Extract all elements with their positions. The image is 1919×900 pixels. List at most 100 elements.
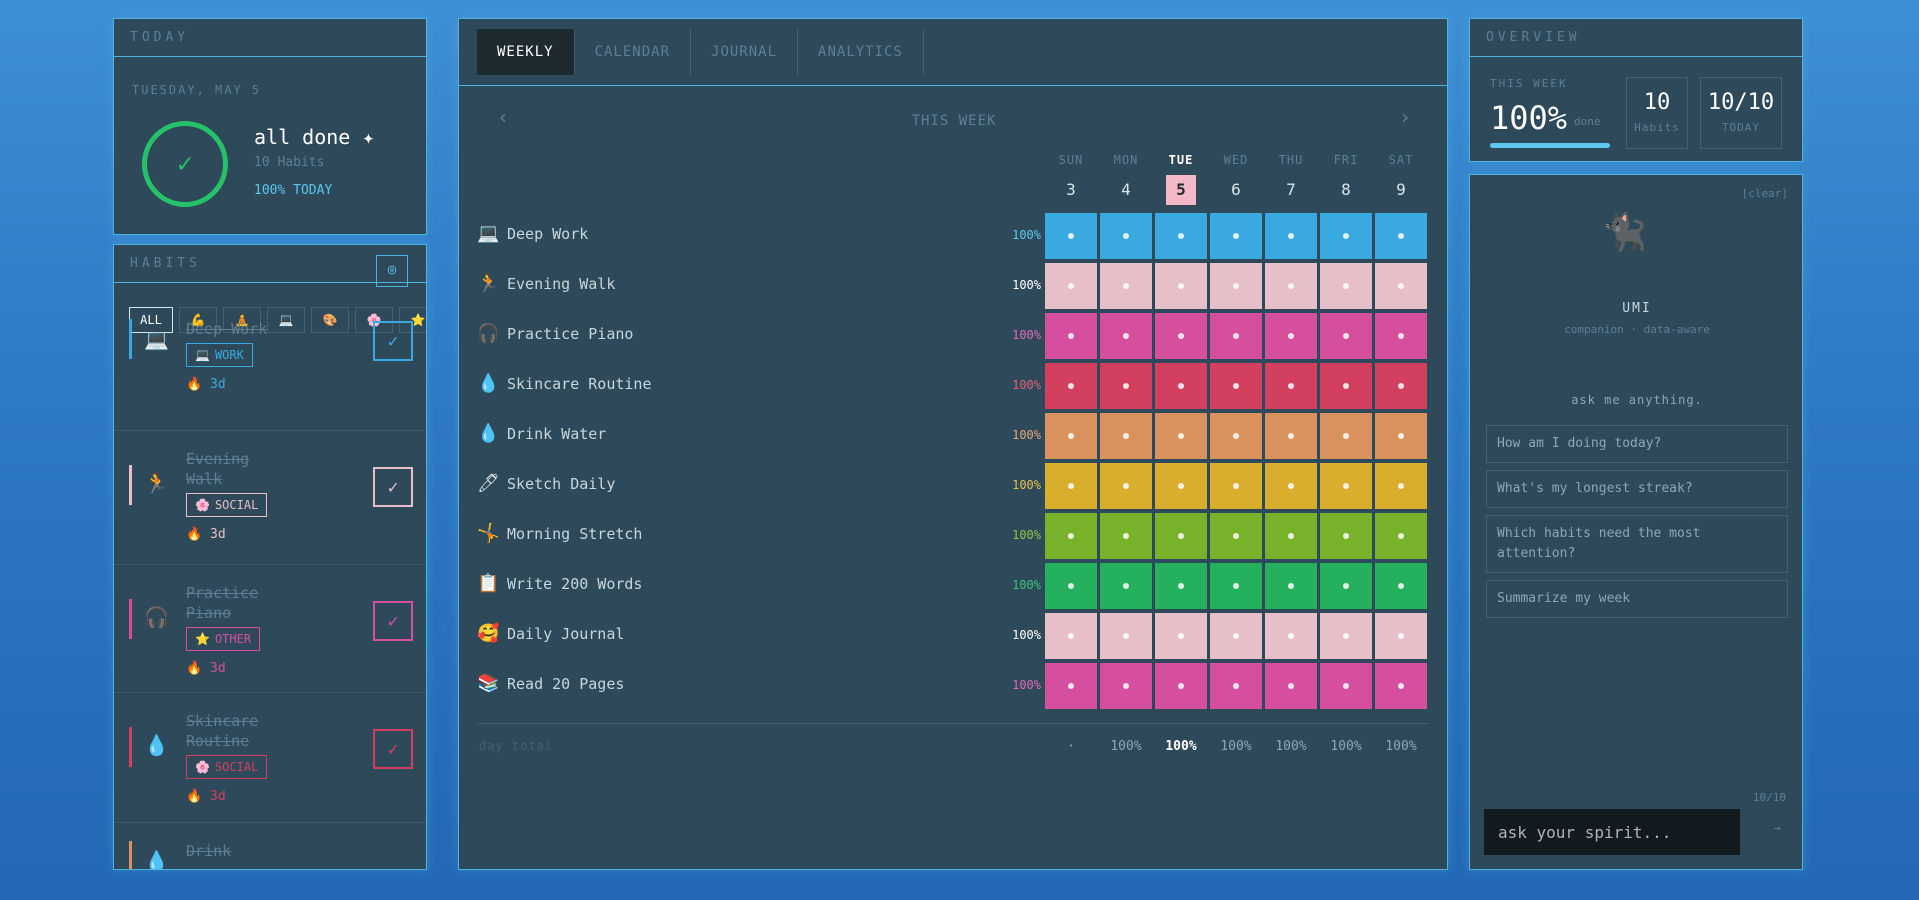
habit-day-cell[interactable] — [1045, 513, 1097, 559]
habit-day-cell[interactable] — [1320, 663, 1372, 709]
send-icon[interactable]: → — [1766, 821, 1788, 843]
habit-day-cell[interactable] — [1265, 513, 1317, 559]
habit-day-cell[interactable] — [1210, 413, 1262, 459]
habit-day-cell[interactable] — [1100, 663, 1152, 709]
habit-day-cell[interactable] — [1045, 463, 1097, 509]
habit-day-cell[interactable] — [1265, 413, 1317, 459]
suggestion-button[interactable]: Summarize my week — [1486, 580, 1788, 618]
habit-day-cell[interactable] — [1155, 263, 1207, 309]
habit-day-cell[interactable] — [1320, 363, 1372, 409]
habit-day-cell[interactable] — [1320, 513, 1372, 559]
habit-day-cell[interactable] — [1155, 413, 1207, 459]
habit-day-cell[interactable] — [1265, 613, 1317, 659]
done-dot — [1178, 383, 1184, 389]
clear-button[interactable]: [clear] — [1742, 187, 1788, 200]
habit-day-cell[interactable] — [1375, 213, 1427, 259]
tab-weekly[interactable]: WEEKLY — [477, 29, 575, 75]
habit-day-cell[interactable] — [1265, 663, 1317, 709]
habit-day-cell[interactable] — [1265, 213, 1317, 259]
habit-day-cell[interactable] — [1210, 563, 1262, 609]
habit-day-cell[interactable] — [1045, 563, 1097, 609]
habit-day-cell[interactable] — [1320, 463, 1372, 509]
habit-day-cell[interactable] — [1375, 413, 1427, 459]
habit-day-cell[interactable] — [1155, 213, 1207, 259]
tab-calendar[interactable]: CALENDAR — [575, 29, 692, 75]
habit-checkbox[interactable]: ✓ — [373, 601, 413, 641]
habit-day-cell[interactable] — [1210, 313, 1262, 359]
habit-day-cell[interactable] — [1375, 313, 1427, 359]
habit-card[interactable]: 🎧 Practice Piano ⭐ OTHER 🔥 3d ✓ — [114, 565, 426, 693]
habit-day-cell[interactable] — [1265, 463, 1317, 509]
camera-button[interactable]: ⌾ — [376, 255, 408, 287]
habit-day-cell[interactable] — [1100, 463, 1152, 509]
habit-day-cell[interactable] — [1320, 263, 1372, 309]
habit-day-cell[interactable] — [1375, 613, 1427, 659]
habit-day-cell[interactable] — [1375, 263, 1427, 309]
habit-day-cell[interactable] — [1100, 413, 1152, 459]
habit-card[interactable]: 💻 Deep Work 💻 WORK 🔥 3d ✓ — [114, 301, 426, 431]
habit-day-cell[interactable] — [1100, 513, 1152, 559]
habit-day-cell[interactable] — [1375, 663, 1427, 709]
habit-day-cell[interactable] — [1265, 363, 1317, 409]
habit-day-cell[interactable] — [1210, 663, 1262, 709]
next-week-button[interactable]: › — [1399, 105, 1412, 129]
habit-day-cell[interactable] — [1155, 363, 1207, 409]
habit-checkbox[interactable]: ✓ — [373, 729, 413, 769]
tab-analytics[interactable]: ANALYTICS — [798, 29, 924, 75]
ask-input[interactable] — [1484, 809, 1740, 855]
habit-card[interactable]: 🏃 Evening Walk 🌸 SOCIAL 🔥 3d ✓ — [114, 431, 426, 565]
habit-row: 💻 Deep Work 100% — [477, 211, 1437, 259]
habit-day-cell[interactable] — [1045, 613, 1097, 659]
habit-day-cell[interactable] — [1210, 613, 1262, 659]
done-dot — [1178, 633, 1184, 639]
habit-checkbox[interactable]: ✓ — [373, 321, 413, 361]
habit-percent: 100% — [1012, 578, 1041, 592]
suggestion-button[interactable]: What's my longest streak? — [1486, 470, 1788, 508]
habit-day-cell[interactable] — [1210, 363, 1262, 409]
habit-checkbox[interactable]: ✓ — [373, 467, 413, 507]
habit-day-cell[interactable] — [1375, 463, 1427, 509]
habit-card[interactable]: 💧 Skincare Routine 🌸 SOCIAL 🔥 3d ✓ — [114, 693, 426, 823]
habit-day-cell[interactable] — [1155, 313, 1207, 359]
habit-day-cell[interactable] — [1045, 313, 1097, 359]
habit-day-cell[interactable] — [1320, 563, 1372, 609]
habit-day-cell[interactable] — [1045, 213, 1097, 259]
today-habit-count: 10 Habits — [254, 155, 325, 170]
habit-day-cell[interactable] — [1210, 213, 1262, 259]
suggestion-button[interactable]: Which habits need the most attention? — [1486, 515, 1788, 573]
habit-day-cell[interactable] — [1265, 263, 1317, 309]
habit-day-cell[interactable] — [1100, 313, 1152, 359]
habit-card[interactable]: 💧 Drink — [114, 823, 426, 869]
habit-day-cell[interactable] — [1210, 263, 1262, 309]
habit-day-cell[interactable] — [1045, 363, 1097, 409]
habit-day-cell[interactable] — [1100, 613, 1152, 659]
habit-day-cell[interactable] — [1100, 213, 1152, 259]
tab-journal[interactable]: JOURNAL — [691, 29, 799, 75]
habit-day-cell[interactable] — [1320, 213, 1372, 259]
habit-day-cell[interactable] — [1320, 613, 1372, 659]
habit-day-cell[interactable] — [1100, 263, 1152, 309]
habit-day-cell[interactable] — [1155, 463, 1207, 509]
habit-day-cell[interactable] — [1100, 363, 1152, 409]
habit-day-cell[interactable] — [1045, 263, 1097, 309]
habit-day-cell[interactable] — [1155, 513, 1207, 559]
habit-day-cell[interactable] — [1265, 313, 1317, 359]
habit-day-cell[interactable] — [1045, 663, 1097, 709]
habit-day-cell[interactable] — [1375, 363, 1427, 409]
day-number: 4 — [1121, 180, 1131, 199]
habit-day-cell[interactable] — [1320, 313, 1372, 359]
habit-day-cell[interactable] — [1100, 563, 1152, 609]
habit-day-cell[interactable] — [1155, 663, 1207, 709]
suggestion-button[interactable]: How am I doing today? — [1486, 425, 1788, 463]
habit-day-cell[interactable] — [1210, 513, 1262, 559]
habit-day-cell[interactable] — [1210, 463, 1262, 509]
habit-day-cell[interactable] — [1320, 413, 1372, 459]
habit-name: Write 200 Words — [507, 575, 643, 593]
habit-day-cell[interactable] — [1375, 513, 1427, 559]
habit-day-cell[interactable] — [1155, 563, 1207, 609]
habit-day-cell[interactable] — [1375, 563, 1427, 609]
habit-day-cell[interactable] — [1045, 413, 1097, 459]
habit-day-cell[interactable] — [1155, 613, 1207, 659]
habit-percent: 100% — [1012, 378, 1041, 392]
habit-day-cell[interactable] — [1265, 563, 1317, 609]
